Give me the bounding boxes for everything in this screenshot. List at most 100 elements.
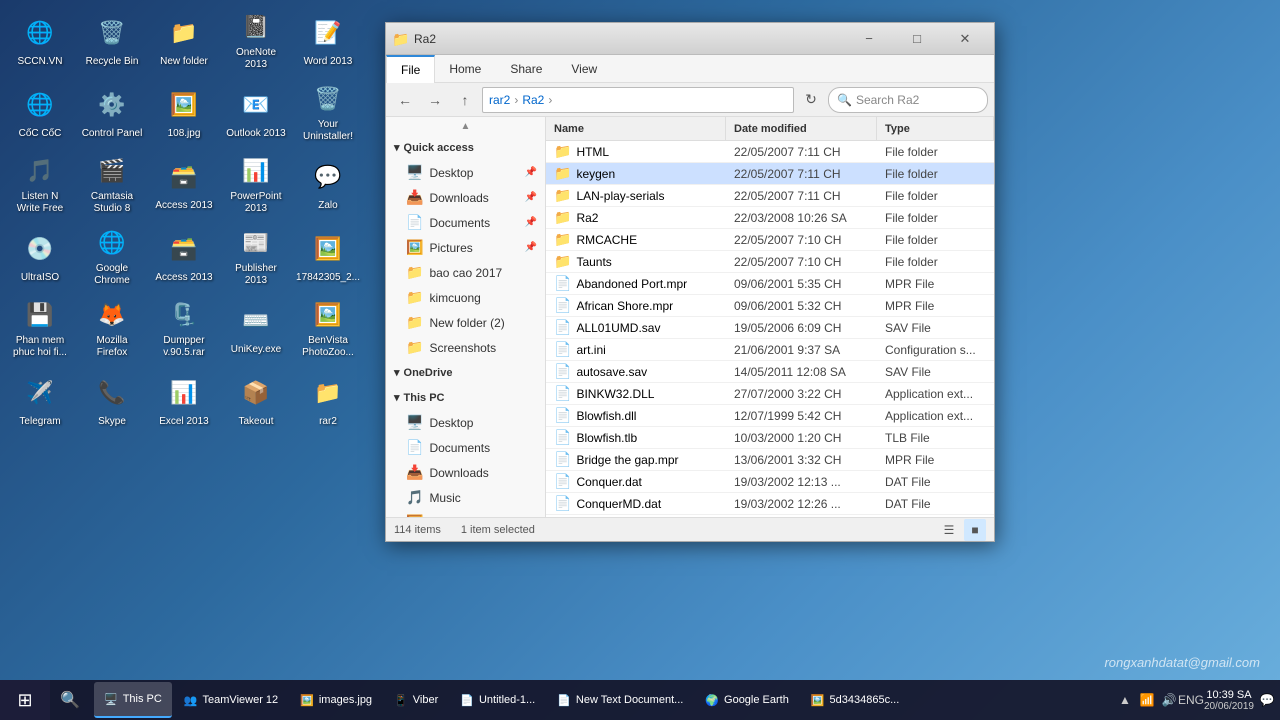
taskbar-item-5d3434865c---[interactable]: 🖼️ 5d3434865c...: [801, 682, 909, 718]
this-pc-item-desktop[interactable]: 🖥️ Desktop: [386, 410, 545, 435]
minimize-button[interactable]: −: [846, 23, 892, 55]
desktop-icon-excel-2013[interactable]: 📊 Excel 2013: [149, 365, 219, 435]
table-row[interactable]: 📄 BINKW32.DLL 27/07/2000 3:22 CH Applica…: [546, 383, 994, 405]
taskbar-item-google-earth[interactable]: 🌍 Google Earth: [695, 682, 799, 718]
address-bar[interactable]: rar2 › Ra2 ›: [482, 87, 794, 113]
table-row[interactable]: 📁 HTML 22/05/2007 7:11 CH File folder: [546, 141, 994, 163]
desktop-icon-skype[interactable]: 📞 Skype: [77, 365, 147, 435]
scroll-up[interactable]: ▲: [386, 119, 545, 133]
desktop-icon-phan-mem-phuc-hoi-fi---[interactable]: 💾 Phan mem phuc hoi fi...: [5, 293, 75, 363]
table-row[interactable]: 📁 Ra2 22/03/2008 10:26 SA File folder: [546, 207, 994, 229]
nav-item-bao-cao-2017[interactable]: 📁 bao cao 2017: [386, 260, 545, 285]
refresh-button[interactable]: ↻: [798, 87, 824, 113]
desktop-icon-recycle-bin[interactable]: 🗑️ Recycle Bin: [77, 5, 147, 75]
menu-tab-share[interactable]: Share: [496, 55, 557, 83]
desktop-icon-access-2013[interactable]: 🗃️ Access 2013: [149, 221, 219, 291]
nav-item-downloads[interactable]: 📥 Downloads 📌: [386, 185, 545, 210]
table-row[interactable]: 📄 autosave.sav 14/05/2011 12:08 SA SAV F…: [546, 361, 994, 383]
network-icon[interactable]: 📶: [1138, 691, 1156, 709]
forward-button[interactable]: →: [422, 87, 448, 113]
nav-item-new-folder--2-[interactable]: 📁 New folder (2): [386, 310, 545, 335]
desktop-icon-telegram[interactable]: ✈️ Telegram: [5, 365, 75, 435]
desktop-icon-unikey-exe[interactable]: ⌨️ UniKey.exe: [221, 293, 291, 363]
table-row[interactable]: 📁 Taunts 22/05/2007 7:10 CH File folder: [546, 251, 994, 273]
input-method-icon[interactable]: ENG: [1182, 691, 1200, 709]
taskbar-item-images-jpg[interactable]: 🖼️ images.jpg: [290, 682, 382, 718]
table-row[interactable]: 📄 ConquerMD.dat 19/03/2002 12:26 ... DAT…: [546, 493, 994, 515]
desktop-icon-108-jpg[interactable]: 🖼️ 108.jpg: [149, 77, 219, 147]
quick-access-header[interactable]: ▾ Quick access: [386, 135, 545, 160]
this-pc-item-music[interactable]: 🎵 Music: [386, 485, 545, 510]
volume-icon[interactable]: 🔊: [1160, 691, 1178, 709]
back-button[interactable]: ←: [392, 87, 418, 113]
path-part-ra2[interactable]: Ra2: [522, 93, 544, 107]
menu-tab-file[interactable]: File: [386, 55, 435, 83]
tray-icon-1[interactable]: ▲: [1116, 691, 1134, 709]
table-row[interactable]: 📄 Blowfish.tlb 10/03/2000 1:20 CH TLB Fi…: [546, 427, 994, 449]
desktop-icon-your-uninstaller-[interactable]: 🗑️ Your Uninstaller!: [293, 77, 363, 147]
desktop-icon-outlook-2013[interactable]: 📧 Outlook 2013: [221, 77, 291, 147]
desktop-icon-zalo[interactable]: 💬 Zalo: [293, 149, 363, 219]
taskbar-clock[interactable]: 10:39 SA 20/06/2019: [1204, 689, 1254, 712]
col-header-date[interactable]: Date modified: [726, 117, 877, 140]
desktop-icon-benvista-photozoo---[interactable]: 🖼️ BenVista PhotoZoo...: [293, 293, 363, 363]
this-pc-item-downloads[interactable]: 📥 Downloads: [386, 460, 545, 485]
desktop-icon-17842305-2---[interactable]: 🖼️ 17842305_2...: [293, 221, 363, 291]
this-pc-item-documents[interactable]: 📄 Documents: [386, 435, 545, 460]
table-row[interactable]: 📁 LAN-play-serials 22/05/2007 7:11 CH Fi…: [546, 185, 994, 207]
this-pc-item-pictures[interactable]: 🖼️ Pictures: [386, 510, 545, 517]
taskbar-item-this-pc[interactable]: 🖥️ This PC: [94, 682, 172, 718]
desktop-icon-listen-n-write-free[interactable]: 🎵 Listen N Write Free: [5, 149, 75, 219]
start-button[interactable]: ⊞: [0, 680, 50, 720]
desktop-icon-new-folder[interactable]: 📁 New folder: [149, 5, 219, 75]
nav-item-kimcuong[interactable]: 📁 kimcuong: [386, 285, 545, 310]
col-header-type[interactable]: Type: [877, 117, 994, 140]
desktop-icon-google-chrome[interactable]: 🌐 Google Chrome: [77, 221, 147, 291]
nav-item-documents[interactable]: 📄 Documents 📌: [386, 210, 545, 235]
menu-tab-view[interactable]: View: [557, 55, 612, 83]
desktop-icon-access-2013[interactable]: 🗃️ Access 2013: [149, 149, 219, 219]
desktop-icon-rar2[interactable]: 📁 rar2: [293, 365, 363, 435]
menu-tab-home[interactable]: Home: [435, 55, 496, 83]
desktop-icon-sccn-vn[interactable]: 🌐 SCCN.VN: [5, 5, 75, 75]
list-view-button[interactable]: ■: [964, 519, 986, 541]
search-bar[interactable]: 🔍 Search Ra2: [828, 87, 988, 113]
this-pc-header[interactable]: ▾ This PC: [386, 385, 545, 410]
desktop-icon-powerpoint-2013[interactable]: 📊 PowerPoint 2013: [221, 149, 291, 219]
desktop-icon-control-panel[interactable]: ⚙️ Control Panel: [77, 77, 147, 147]
table-row[interactable]: 📄 Bridge the gap.mpr 13/06/2001 3:32 CH …: [546, 449, 994, 471]
table-row[interactable]: 📄 Conquer.dat 19/03/2002 12:13 ... DAT F…: [546, 471, 994, 493]
desktop-icon-takeout[interactable]: 📦 Takeout: [221, 365, 291, 435]
desktop-icon-camtasia-studio-8[interactable]: 🎬 Camtasia Studio 8: [77, 149, 147, 219]
table-row[interactable]: 📄 ALL01UMD.sav 19/05/2006 6:09 CH SAV Fi…: [546, 317, 994, 339]
desktop-icon-c-c-c-c[interactable]: 🌐 CốC CốC: [5, 77, 75, 147]
table-row[interactable]: 📁 keygen 22/05/2007 7:11 CH File folder: [546, 163, 994, 185]
col-header-name[interactable]: Name: [546, 117, 726, 140]
taskbar-item-untitled-1---[interactable]: 📄 Untitled-1...: [450, 682, 545, 718]
table-row[interactable]: 📁 RMCACHE 22/05/2007 7:10 CH File folder: [546, 229, 994, 251]
taskbar-search-button[interactable]: 🔍: [50, 680, 90, 720]
table-row[interactable]: 📄 Blowfish.dll 12/07/1999 5:42 CH Applic…: [546, 405, 994, 427]
path-part-rar2[interactable]: rar2: [489, 93, 510, 107]
desktop-icon-mozilla-firefox[interactable]: 🦊 Mozilla Firefox: [77, 293, 147, 363]
desktop-icon-ultraiso[interactable]: 💿 UltraISO: [5, 221, 75, 291]
desktop-icon-publisher-2013[interactable]: 📰 Publisher 2013: [221, 221, 291, 291]
taskbar-item-viber[interactable]: 📱 Viber: [384, 682, 448, 718]
taskbar-item-teamviewer-12[interactable]: 👥 TeamViewer 12: [174, 682, 288, 718]
desktop-icon-onenote-2013[interactable]: 📓 OneNote 2013: [221, 5, 291, 75]
notification-icon[interactable]: 💬: [1258, 691, 1276, 709]
nav-item-pictures[interactable]: 🖼️ Pictures 📌: [386, 235, 545, 260]
table-row[interactable]: 📄 art.ini 21/06/2001 9:37 SA Configurati…: [546, 339, 994, 361]
table-row[interactable]: 📄 Abandoned Port.mpr 09/06/2001 5:35 CH …: [546, 273, 994, 295]
desktop-icon-dumpper-v-90-5-rar[interactable]: 🗜️ Dumpper v.90.5.rar: [149, 293, 219, 363]
nav-item-desktop[interactable]: 🖥️ Desktop 📌: [386, 160, 545, 185]
up-button[interactable]: ↑: [452, 87, 478, 113]
onedrive-header[interactable]: ▾ OneDrive: [386, 360, 545, 385]
table-row[interactable]: 📄 African Shore.mpr 09/06/2001 5:32 CH M…: [546, 295, 994, 317]
desktop-icon-word-2013[interactable]: 📝 Word 2013: [293, 5, 363, 75]
details-view-button[interactable]: ☰: [938, 519, 960, 541]
nav-item-screenshots[interactable]: 📁 Screenshots: [386, 335, 545, 360]
maximize-button[interactable]: □: [894, 23, 940, 55]
close-button[interactable]: ✕: [942, 23, 988, 55]
taskbar-item-new-text-document---[interactable]: 📄 New Text Document...: [547, 682, 693, 718]
